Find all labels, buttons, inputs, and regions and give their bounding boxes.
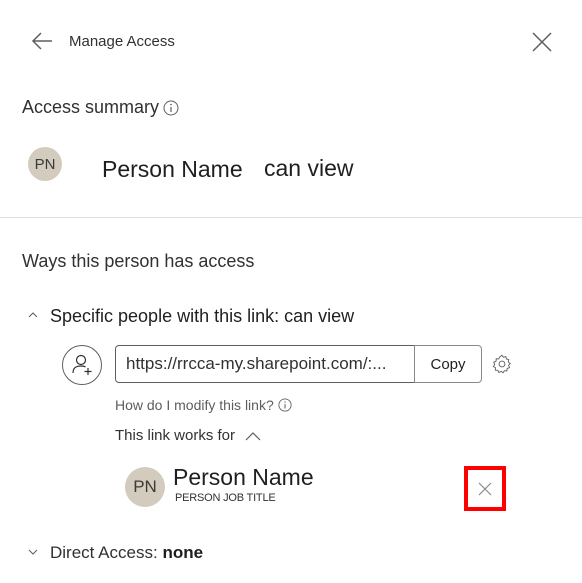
chevron-up-icon[interactable]: [245, 430, 261, 442]
modify-link-help[interactable]: How do I modify this link?: [115, 397, 292, 413]
summary-person-name: Person Name: [102, 156, 243, 182]
direct-access-toggle[interactable]: Direct Access: none: [50, 543, 203, 563]
person-avatar: PN: [125, 467, 165, 507]
summary-avatar: PN: [28, 147, 62, 181]
chevron-up-icon[interactable]: [27, 309, 39, 321]
gear-icon[interactable]: [491, 353, 513, 375]
ways-heading: Ways this person has access: [22, 251, 255, 271]
link-url-field[interactable]: https://rrcca-my.sharepoint.com/:...: [115, 345, 415, 383]
direct-access-value: none: [162, 543, 204, 562]
add-person-icon: [72, 354, 92, 375]
close-icon: [478, 482, 492, 495]
avatar-initials: PN: [133, 477, 157, 496]
summary-permission: can view: [264, 155, 354, 181]
info-icon[interactable]: [163, 100, 179, 116]
access-summary-heading: Access summary: [22, 97, 179, 118]
remove-person-button[interactable]: [464, 466, 506, 511]
direct-access-label: Direct Access:: [50, 543, 158, 562]
arrow-left-icon[interactable]: [30, 30, 54, 52]
person-job-title: PERSON JOB TITLE: [175, 492, 276, 504]
panel-title: Manage Access: [69, 33, 175, 50]
section-divider: [0, 217, 582, 218]
copy-button[interactable]: Copy: [414, 345, 482, 383]
avatar-initials: PN: [34, 155, 56, 173]
info-icon[interactable]: [278, 398, 292, 412]
works-for-label: This link works for: [115, 427, 236, 444]
person-name: Person Name: [173, 464, 314, 490]
add-person-button[interactable]: [62, 345, 102, 385]
link-section-toggle[interactable]: Specific people with this link: can view: [50, 306, 354, 327]
modify-link-label[interactable]: How do I modify this link?: [115, 397, 274, 413]
close-icon[interactable]: [530, 30, 554, 54]
chevron-down-icon[interactable]: [27, 546, 39, 558]
access-summary-label: Access summary: [22, 97, 160, 117]
link-works-for-toggle[interactable]: This link works for: [115, 427, 261, 444]
